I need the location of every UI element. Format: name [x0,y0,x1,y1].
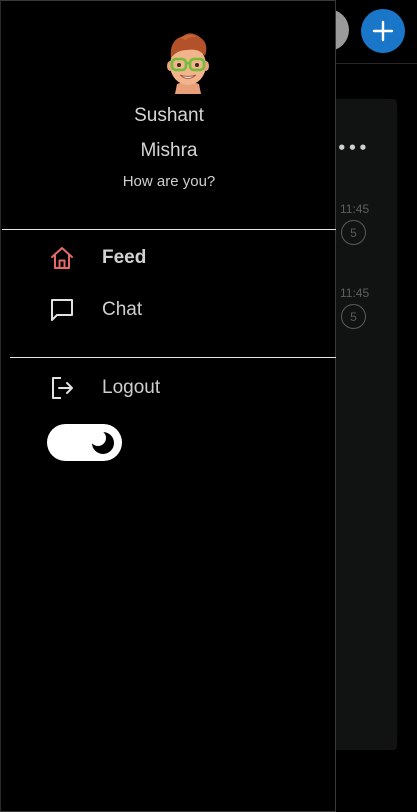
profile-last-name: Mishra [140,140,198,161]
logout-button[interactable]: Logout [45,371,305,405]
chat-time: 11:45 [340,286,370,300]
menu-label: Feed [102,247,147,268]
logout-icon [45,371,79,405]
menu-item-feed[interactable]: Feed [45,241,305,275]
divider [10,357,336,358]
navigation-drawer: Sushant Mishra How are you? Feed Chat Lo… [0,0,336,812]
divider [2,229,336,230]
moon-icon [90,430,114,454]
chat-time: 11:45 [340,202,370,216]
add-button[interactable] [361,9,405,53]
unread-count-badge: 5 [341,220,366,245]
theme-toggle[interactable] [47,424,122,461]
profile-first-name: Sushant [134,105,204,126]
menu-item-chat[interactable]: Chat [45,293,305,327]
menu-label: Logout [102,377,161,398]
plus-icon [372,20,394,42]
unread-count-badge: 5 [341,304,366,329]
chat-icon [45,293,79,327]
menu-label: Chat [102,299,143,320]
more-options-icon[interactable]: ••• [337,141,369,156]
profile-status: How are you? [122,173,216,190]
chat-list-panel: ••• 11:45 5 11:45 5 [330,99,397,750]
home-icon [45,241,79,275]
profile-avatar[interactable] [163,28,213,94]
